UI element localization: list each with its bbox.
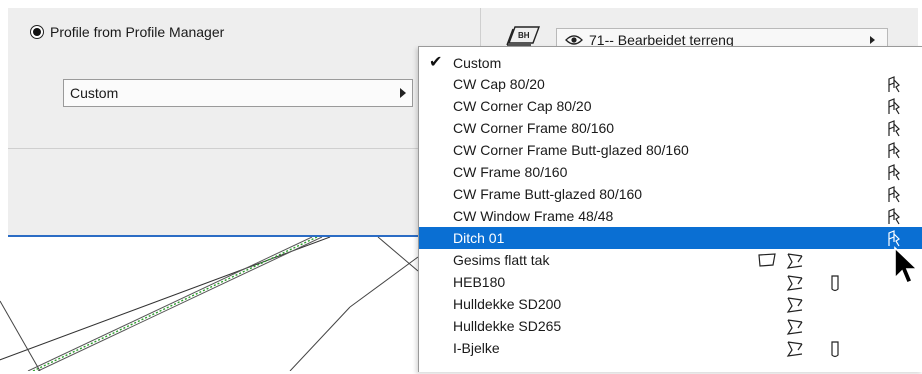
column-tool-icon [829, 340, 841, 364]
menu-item[interactable]: CW Cap 80/20 [419, 73, 922, 95]
menu-item-label: CW Corner Frame 80/160 [453, 120, 615, 136]
menu-item[interactable]: I-Bjelke [419, 337, 922, 359]
panel-divider [8, 148, 418, 149]
menu-item[interactable]: CW Corner Cap 80/20 [419, 95, 922, 117]
menu-item-label: CW Frame 80/160 [453, 164, 568, 180]
menu-item-label: Ditch 01 [453, 230, 505, 246]
menu-item-label: CW Corner Frame Butt-glazed 80/160 [453, 142, 689, 158]
layer-select-arrow-icon [870, 36, 875, 44]
edge-line-4 [289, 306, 351, 372]
eye-icon [565, 35, 583, 45]
menu-item[interactable]: CW Corner Frame Butt-glazed 80/160 [419, 139, 922, 161]
menu-item-label: I-Bjelke [453, 340, 500, 356]
menu-item[interactable]: ✔ Custom [419, 53, 922, 73]
menu-item-label: Gesims flatt tak [453, 252, 550, 268]
profile-select[interactable]: Custom [63, 79, 413, 107]
menu-item[interactable]: CW Frame 80/160 [419, 161, 922, 183]
layer-icon: BH [506, 26, 541, 46]
svg-text:BH: BH [518, 31, 530, 40]
panel-divider-vertical [480, 8, 481, 48]
menu-item[interactable]: Gesims flatt tak [419, 249, 922, 271]
edge-line-7 [0, 300, 41, 372]
menu-item[interactable]: Hulldekke SD200 [419, 293, 922, 315]
menu-item[interactable]: HEB180 [419, 271, 922, 293]
menu-item-label: CW Corner Cap 80/20 [453, 98, 592, 114]
menu-item-label: Custom [453, 55, 502, 71]
profile-manager-option[interactable]: Profile from Profile Manager [30, 24, 224, 40]
profile-manager-label: Profile from Profile Manager [50, 24, 225, 40]
menu-item[interactable]: CW Corner Frame 80/160 [419, 117, 922, 139]
menu-item-label: Hulldekke SD265 [453, 318, 562, 334]
beam-tool-icon [785, 340, 805, 364]
menu-item-label: CW Cap 80/20 [453, 76, 545, 92]
top-strip [0, 0, 922, 8]
dotted-line [32, 236, 318, 372]
menu-item[interactable]: CW Frame Butt-glazed 80/160 [419, 183, 922, 205]
menu-item[interactable]: Ditch 01 [419, 227, 922, 249]
edge-line-6 [377, 236, 419, 272]
checkmark-icon: ✔ [429, 54, 443, 71]
menu-item[interactable]: CW Window Frame 48/48 [419, 205, 922, 227]
edge-line-2 [27, 236, 313, 372]
menu-item-label: Hulldekke SD200 [453, 296, 562, 312]
submenu-arrow-icon [400, 88, 406, 98]
mouse-pointer-icon [894, 246, 919, 285]
menu-item-label: CW Window Frame 48/48 [453, 208, 614, 224]
menu-item-label: CW Frame Butt-glazed 80/160 [453, 186, 643, 202]
profile-dropdown-menu: ✔ Custom CW Cap 80/20 CW Corner Cap 80/20 CW… [418, 46, 922, 372]
menu-item-label: HEB180 [453, 274, 506, 290]
menu-item[interactable]: Hulldekke SD265 [419, 315, 922, 337]
edge-line-5 [349, 256, 419, 308]
profile-manager-radio[interactable] [30, 25, 44, 39]
profile-select-value: Custom [70, 85, 119, 101]
edge-line-3 [37, 236, 323, 372]
